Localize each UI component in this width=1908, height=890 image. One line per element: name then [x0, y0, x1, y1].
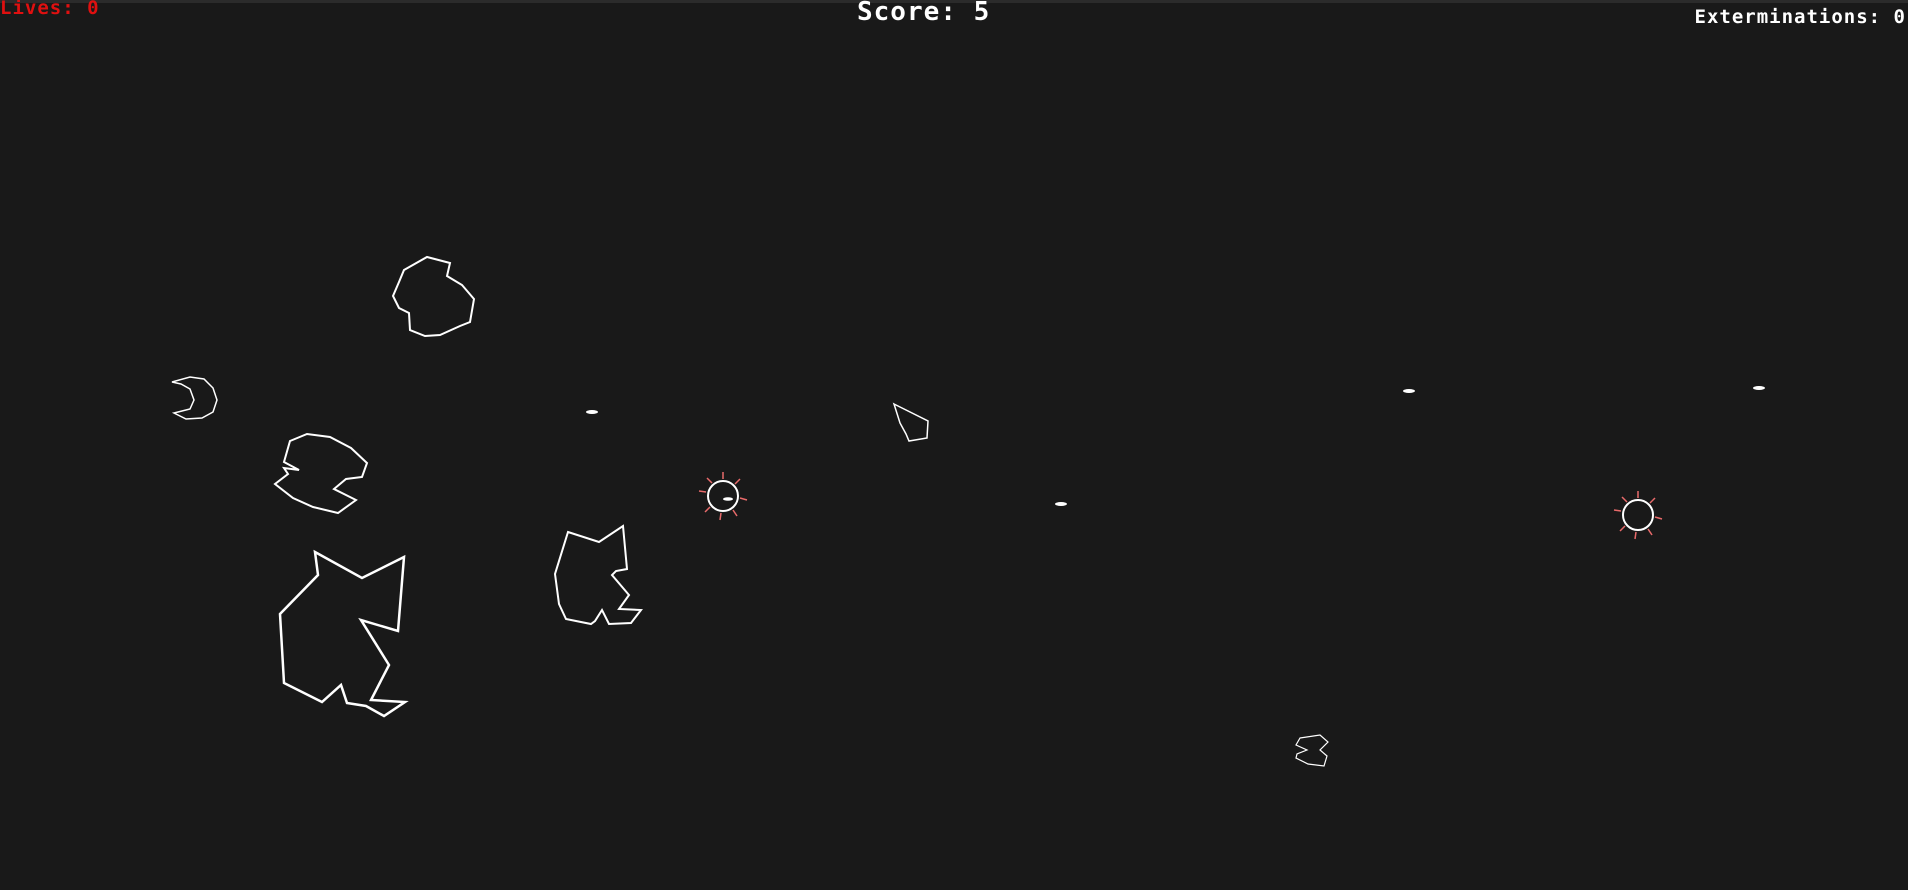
bullet [1403, 389, 1415, 393]
game-canvas[interactable]: Lives: 0 Score: 5 Exterminations: 0 [0, 0, 1908, 890]
asteroid [171, 376, 218, 420]
spiked-mine [1613, 491, 1663, 540]
bullet [1753, 386, 1765, 390]
spiked-mine [698, 472, 748, 521]
asteroid [391, 255, 476, 338]
playfield [171, 255, 1765, 767]
bullet [1055, 502, 1067, 506]
asteroid [892, 402, 929, 442]
asteroid [273, 432, 369, 515]
bullet [723, 497, 733, 501]
asteroid [553, 524, 643, 626]
bullet [586, 410, 598, 414]
asteroid [1295, 734, 1329, 767]
asteroid [278, 549, 409, 718]
